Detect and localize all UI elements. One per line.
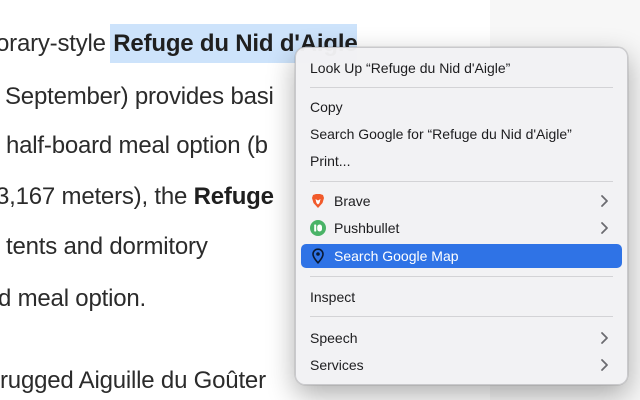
menu-item-inspect[interactable]: Inspect <box>301 285 622 309</box>
menu-item-search-google[interactable]: Search Google for “Refuge du Nid d'Aigle… <box>301 122 622 146</box>
menu-separator <box>310 276 613 277</box>
menu-item-brave[interactable]: Brave <box>301 189 622 213</box>
menu-item-copy[interactable]: Copy <box>301 95 622 119</box>
chevron-right-icon <box>601 195 608 207</box>
context-menu: Look Up “Refuge du Nid d'Aigle” Copy Sea… <box>295 47 628 385</box>
menu-item-label: Print... <box>310 153 351 169</box>
pushbullet-icon <box>310 220 326 236</box>
article-line-6: d meal option. <box>0 285 146 312</box>
chevron-right-icon <box>601 332 608 344</box>
map-pin-icon <box>310 248 326 264</box>
menu-separator <box>310 87 613 88</box>
chevron-right-icon <box>601 222 608 234</box>
article-text-fragment: 3,167 meters), the <box>0 183 194 210</box>
article-line-5: tents and dormitory <box>6 233 208 260</box>
menu-item-label: Speech <box>310 330 358 346</box>
brave-lion-icon <box>310 193 326 209</box>
menu-item-pushbullet[interactable]: Pushbullet <box>301 216 622 240</box>
menu-item-label: Services <box>310 357 364 373</box>
menu-item-label: Search Google Map <box>334 248 459 264</box>
article-line-7: rugged Aiguille du Goûter <box>0 367 266 394</box>
menu-separator <box>310 181 613 182</box>
menu-separator <box>310 316 613 317</box>
menu-item-look-up[interactable]: Look Up “Refuge du Nid d'Aigle” <box>301 56 622 80</box>
menu-item-label: Inspect <box>310 289 356 305</box>
chevron-right-icon <box>601 359 608 371</box>
article-line-4: 3,167 meters), the Refuge <box>0 182 274 212</box>
menu-item-label: Brave <box>334 193 371 209</box>
menu-item-speech[interactable]: Speech <box>301 326 622 350</box>
bold-text: Refuge <box>193 183 274 210</box>
article-text-fragment: orary-style <box>0 30 113 57</box>
menu-item-services[interactable]: Services <box>301 353 622 377</box>
menu-item-label: Pushbullet <box>334 220 400 236</box>
menu-item-label: Copy <box>310 99 343 115</box>
article-line-2: September) provides basi <box>5 83 274 110</box>
menu-item-search-google-map[interactable]: Search Google Map <box>301 244 622 268</box>
menu-item-label: Search Google for “Refuge du Nid d'Aigle… <box>310 126 572 142</box>
article-line-3: half-board meal option (b <box>6 132 268 159</box>
menu-item-label: Look Up “Refuge du Nid d'Aigle” <box>310 60 511 76</box>
menu-item-print[interactable]: Print... <box>301 149 622 173</box>
